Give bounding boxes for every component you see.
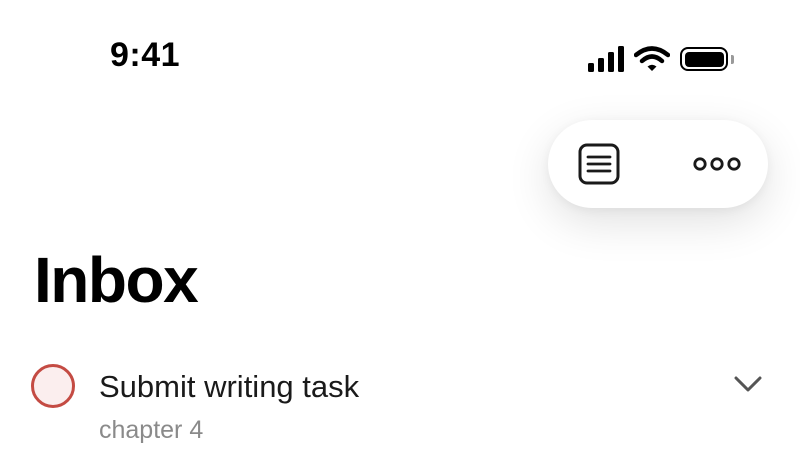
expand-chevron-button[interactable] xyxy=(732,374,764,399)
cellular-signal-icon xyxy=(588,46,624,72)
status-icons xyxy=(588,44,734,74)
toolbar-pill xyxy=(548,120,768,208)
status-time: 9:41 xyxy=(110,36,181,74)
task-title[interactable]: Submit writing task xyxy=(99,368,359,405)
page-title: Inbox xyxy=(34,244,199,316)
list-view-button[interactable] xyxy=(578,143,620,185)
chevron-down-icon xyxy=(734,376,762,392)
task-checkbox[interactable] xyxy=(31,364,75,408)
more-options-button[interactable] xyxy=(693,156,741,172)
task-subtitle: chapter 4 xyxy=(99,416,204,444)
wifi-icon xyxy=(634,45,670,73)
app-screen: 9:41 Inbox Submit writing task chapter 4 xyxy=(0,0,800,450)
more-options-icon xyxy=(693,157,741,171)
list-view-icon xyxy=(578,143,620,185)
task-row[interactable]: Submit writing task chapter 4 xyxy=(0,358,800,450)
battery-icon xyxy=(680,47,734,71)
